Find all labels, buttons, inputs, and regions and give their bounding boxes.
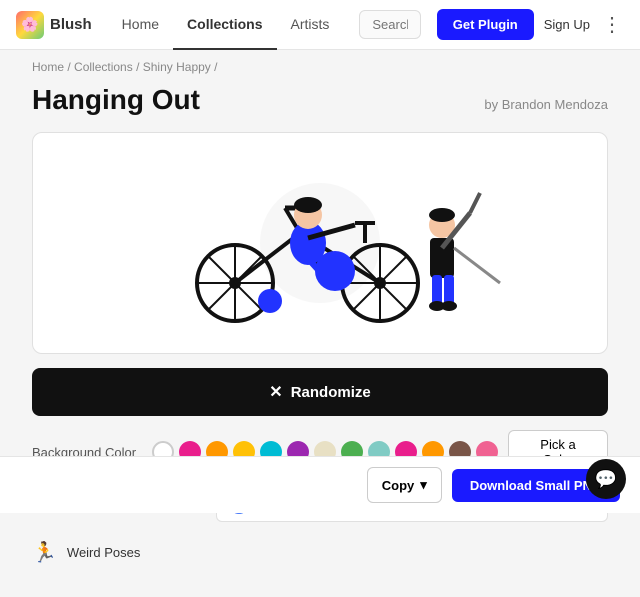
more-menu-button[interactable]: ⋮: [600, 13, 624, 37]
illustration-svg: [80, 153, 560, 333]
randomize-button[interactable]: ✕ Randomize: [32, 368, 608, 416]
illustration-box: [32, 132, 608, 354]
logo-icon: 🌸: [16, 11, 44, 39]
breadcrumb-shiny-happy[interactable]: Shiny Happy: [143, 60, 211, 74]
tab-artists[interactable]: Artists: [277, 0, 344, 50]
search-input[interactable]: [359, 10, 420, 39]
breadcrumb-collections[interactable]: Collections: [74, 60, 133, 74]
breadcrumb-home[interactable]: Home: [32, 60, 64, 74]
title-row: Hanging Out by Brandon Mendoza: [32, 84, 608, 116]
navbar: 🌸 Blush Home Collections Artists Get Plu…: [0, 0, 640, 50]
signup-button[interactable]: Sign Up: [544, 17, 590, 32]
breadcrumb: Home / Collections / Shiny Happy /: [0, 50, 640, 84]
logo-label: Blush: [50, 16, 92, 33]
tab-home[interactable]: Home: [108, 0, 173, 50]
main-content: Hanging Out by Brandon Mendoza: [0, 84, 640, 597]
copy-label: Copy: [382, 478, 415, 493]
get-plugin-button[interactable]: Get Plugin: [437, 9, 534, 40]
randomize-icon: ✕: [269, 382, 282, 402]
page-title: Hanging Out: [32, 84, 200, 116]
copy-button[interactable]: Copy ▾: [367, 467, 442, 503]
randomize-label: Randomize: [291, 384, 371, 401]
breadcrumb-sep3: /: [214, 60, 217, 74]
copy-chevron-icon: ▾: [420, 477, 427, 493]
nav-right: Get Plugin Sign Up ⋮: [437, 9, 624, 40]
tab-collections[interactable]: Collections: [173, 0, 276, 50]
search-box: [359, 10, 420, 39]
nav-tabs: Home Collections Artists: [108, 0, 344, 50]
footer-bar: Copy ▾ Download Small PNG: [0, 456, 640, 513]
chat-bubble-button[interactable]: 💬: [586, 459, 626, 499]
breadcrumb-sep2: /: [136, 60, 143, 74]
pose-row: 🏃 Weird Poses: [32, 532, 608, 573]
pose-icon: 🏃: [32, 540, 57, 565]
author-label: by Brandon Mendoza: [484, 97, 608, 112]
pose-label: Weird Poses: [67, 545, 140, 560]
logo-link[interactable]: 🌸 Blush: [16, 11, 92, 39]
